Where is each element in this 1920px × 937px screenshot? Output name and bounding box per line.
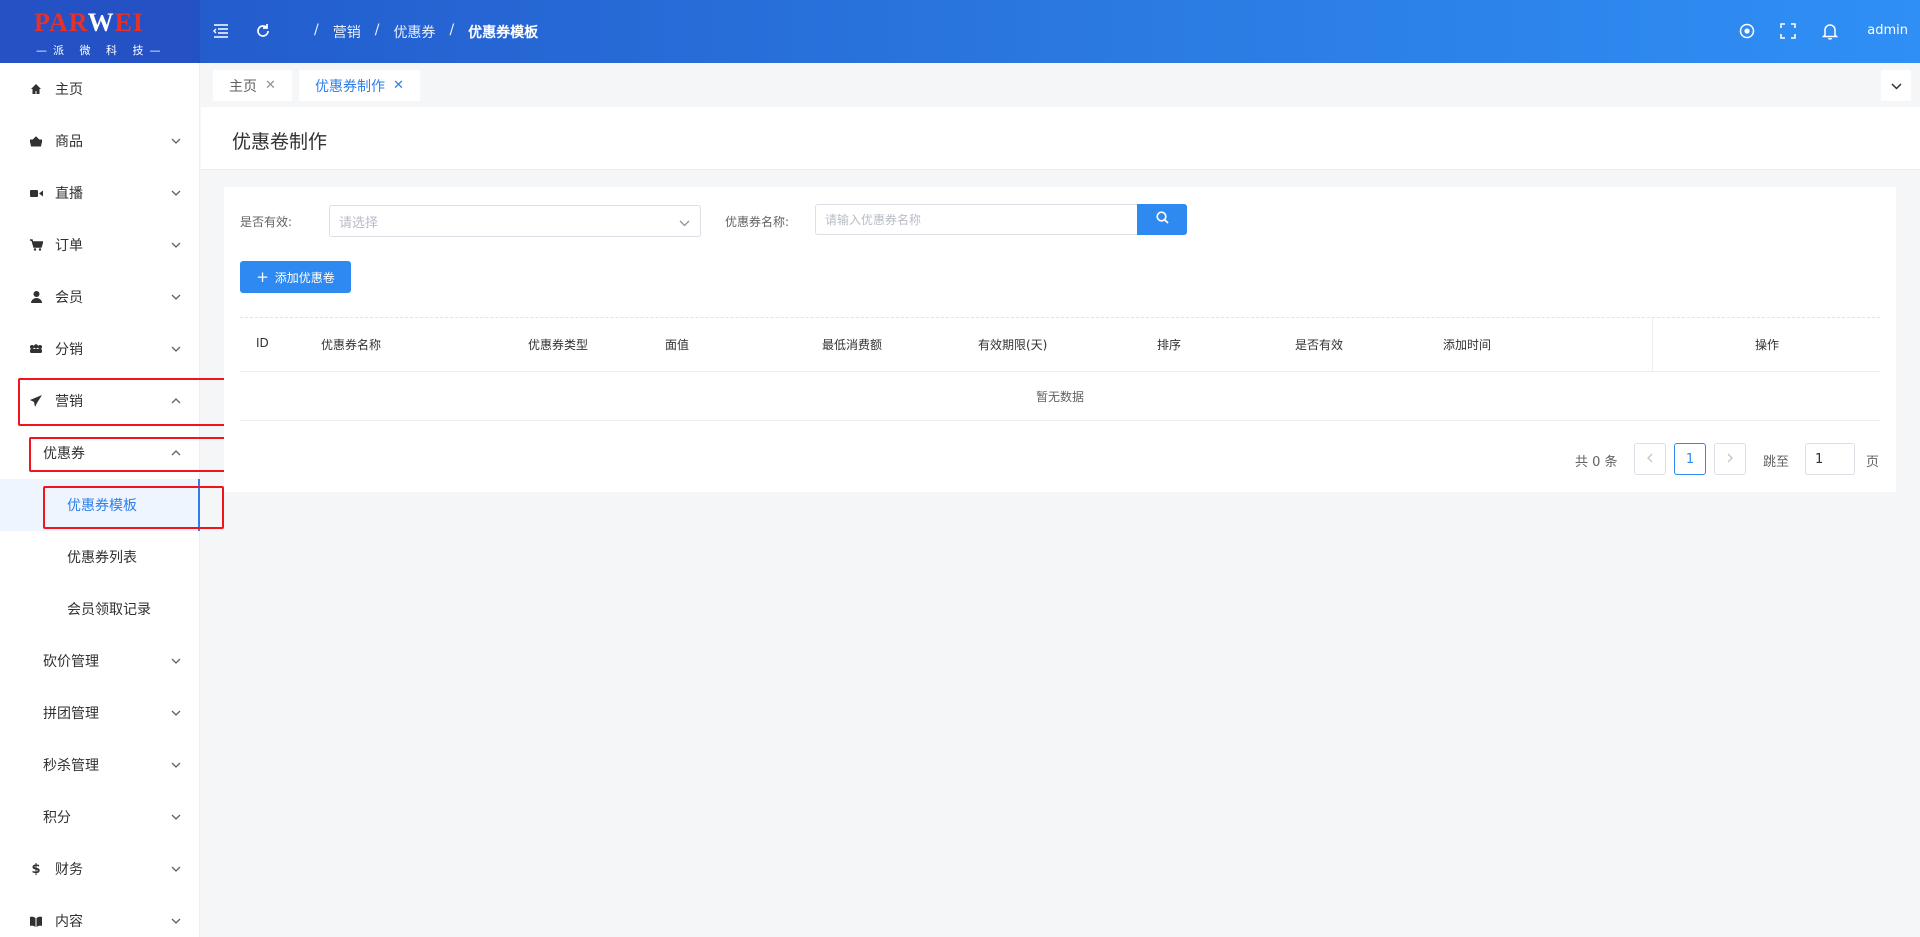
search-button[interactable] — [1137, 204, 1187, 235]
sidebar-item-distribution[interactable]: 分销 — [0, 323, 200, 375]
group-icon — [28, 341, 44, 357]
page-header: 优惠卷制作 — [201, 107, 1920, 170]
coupon-name-input[interactable] — [815, 204, 1138, 235]
sidebar-item-orders[interactable]: 订单 — [0, 219, 200, 271]
chevron-down-icon — [170, 291, 182, 303]
coupon-table: ID 优惠券名称 优惠券类型 面值 最低消费额 有效期限(天) 排序 是否有效 … — [240, 317, 1880, 421]
close-icon[interactable]: ✕ — [393, 78, 404, 93]
column-header: 排序 — [1157, 338, 1182, 352]
breadcrumb: / 营销 / 优惠券 / 优惠券模板 — [314, 22, 539, 42]
chevron-down-icon — [170, 863, 182, 875]
tab-home[interactable]: 主页 ✕ — [213, 70, 292, 101]
prev-page-button[interactable] — [1634, 443, 1666, 475]
sidebar-item-finance[interactable]: $ 财务 — [0, 843, 200, 895]
chevron-down-icon — [170, 655, 182, 667]
tabs-bar: 主页 ✕ 优惠券制作 ✕ — [201, 63, 1920, 107]
sidebar-item-home[interactable]: 主页 — [0, 63, 200, 115]
sidebar-item-content[interactable]: 内容 — [0, 895, 200, 937]
chevron-down-icon — [170, 239, 182, 251]
bell-icon[interactable] — [1818, 19, 1842, 43]
basket-icon — [28, 133, 44, 149]
content-card: 是否有效: 请选择 优惠券名称: + 添加优惠卷 ID 优惠券名称 优惠券类型 … — [224, 187, 1896, 492]
highlight-box — [18, 378, 245, 426]
tabs-dropdown-button[interactable] — [1881, 70, 1911, 101]
logo-subtitle: —派 微 科 技— — [36, 44, 167, 57]
book-icon — [28, 913, 44, 929]
chevron-down-icon — [170, 343, 182, 355]
logo[interactable]: PARWEI —派 微 科 技— — [0, 0, 200, 63]
sidebar-item-bargain[interactable]: 砍价管理 — [0, 635, 200, 687]
valid-filter-label: 是否有效: — [240, 215, 293, 229]
sidebar-item-flash-sale[interactable]: 秒杀管理 — [0, 739, 200, 791]
plus-icon: + — [256, 268, 269, 286]
tab-coupon-make[interactable]: 优惠券制作 ✕ — [299, 70, 420, 101]
chevron-left-icon — [1647, 451, 1653, 467]
target-icon[interactable] — [1735, 19, 1759, 43]
column-header: 有效期限(天) — [978, 338, 1048, 352]
goto-page-input[interactable]: 1 — [1805, 443, 1855, 475]
chevron-down-icon — [170, 187, 182, 199]
sidebar-item-group-buy[interactable]: 拼团管理 — [0, 687, 200, 739]
ops-column: 操作 — [1652, 318, 1880, 372]
menu-collapse-icon[interactable] — [209, 19, 233, 43]
coupon-name-label: 优惠券名称: — [725, 215, 790, 229]
sidebar-item-goods[interactable]: 商品 — [0, 115, 200, 167]
breadcrumb-current: 优惠券模板 — [468, 25, 539, 41]
chevron-down-icon — [170, 811, 182, 823]
column-header: 是否有效 — [1295, 338, 1344, 352]
column-header: 优惠券类型 — [528, 338, 589, 352]
table-header: ID 优惠券名称 优惠券类型 面值 最低消费额 有效期限(天) 排序 是否有效 … — [240, 317, 1880, 372]
chevron-down-icon — [170, 707, 182, 719]
chevron-down-icon — [170, 759, 182, 771]
empty-placeholder: 暂无数据 — [240, 372, 1880, 421]
column-header: 最低消费额 — [822, 338, 883, 352]
logo-wordmark: PARWEI — [34, 8, 145, 37]
chevron-down-icon — [679, 216, 690, 231]
sidebar-item-members[interactable]: 会员 — [0, 271, 200, 323]
next-page-button[interactable] — [1714, 443, 1746, 475]
column-header: 优惠券名称 — [321, 338, 382, 352]
chevron-down-icon — [1890, 78, 1902, 94]
add-coupon-button[interactable]: + 添加优惠卷 — [240, 261, 351, 293]
column-header: ID — [256, 336, 269, 350]
user-icon — [28, 289, 44, 305]
page-suffix: 页 — [1866, 455, 1880, 470]
sidebar-item-coupon-list[interactable]: 优惠券列表 — [0, 531, 200, 583]
page-title: 优惠卷制作 — [232, 131, 328, 153]
highlight-box — [29, 437, 243, 472]
breadcrumb-item[interactable]: 优惠券 — [393, 22, 435, 42]
column-header: 添加时间 — [1443, 338, 1492, 352]
close-icon[interactable]: ✕ — [265, 78, 276, 93]
pagination-total: 共 0 条 — [1575, 455, 1618, 470]
video-icon — [28, 185, 44, 201]
sidebar-item-live[interactable]: 直播 — [0, 167, 200, 219]
valid-select[interactable]: 请选择 — [329, 205, 701, 237]
sidebar-item-member-claims[interactable]: 会员领取记录 — [0, 583, 200, 635]
dollar-icon: $ — [31, 861, 41, 877]
user-menu[interactable]: admin — [1867, 23, 1908, 38]
highlight-box — [43, 486, 224, 529]
cart-icon — [28, 237, 44, 253]
fullscreen-icon[interactable] — [1776, 19, 1800, 43]
chevron-down-icon — [170, 135, 182, 147]
page-number-button[interactable]: 1 — [1674, 443, 1706, 475]
chevron-right-icon — [1727, 451, 1733, 467]
column-header: 面值 — [665, 338, 690, 352]
goto-label: 跳至 — [1763, 455, 1790, 470]
refresh-icon[interactable] — [251, 19, 275, 43]
column-header: 操作 — [1755, 338, 1780, 352]
sidebar-item-points[interactable]: 积分 — [0, 791, 200, 843]
breadcrumb-item[interactable]: 营销 — [333, 22, 361, 42]
home-icon — [28, 81, 44, 97]
top-header: PARWEI —派 微 科 技— / 营销 / 优惠券 / 优惠券模板 admi… — [0, 0, 1920, 63]
search-icon — [1155, 211, 1169, 228]
chevron-down-icon — [170, 915, 182, 927]
